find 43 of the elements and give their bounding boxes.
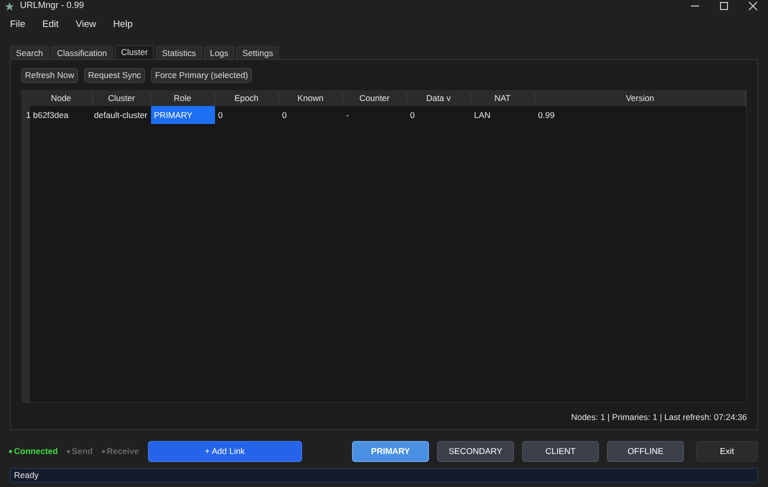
tab[interactable]: Logs <box>204 46 234 59</box>
mode-button[interactable]: OFFLINE <box>607 440 684 462</box>
tab[interactable]: Settings <box>236 46 280 59</box>
tab[interactable]: Statistics <box>156 46 202 59</box>
table-cell-text: LAN <box>473 109 492 122</box>
add-link-button[interactable]: + Add Link <box>148 440 302 462</box>
column-header: Known <box>279 91 343 106</box>
column-header: NAT <box>471 91 535 106</box>
toolbar-button[interactable]: Refresh Now <box>21 68 78 83</box>
tab[interactable]: Cluster <box>115 45 154 59</box>
column-header: Version <box>535 91 746 106</box>
table-cell-text: - <box>345 109 350 122</box>
column-header: Data v <box>407 91 471 106</box>
exit-button[interactable]: Exit <box>696 440 758 462</box>
app-icon <box>5 2 14 10</box>
status-label: Send <box>72 444 93 458</box>
column-header: Cluster <box>93 91 151 106</box>
menu-item[interactable]: Edit <box>36 18 70 32</box>
window-title: URLMngr - 0.99 <box>20 0 84 12</box>
toolbar-button[interactable]: Request Sync <box>84 68 146 83</box>
column-header: Node <box>30 91 93 106</box>
table-cell-text: 0 <box>217 109 224 122</box>
menu-item[interactable]: View <box>70 18 108 32</box>
table-cell-text: 0.99 <box>537 109 556 122</box>
status-label: Receive <box>106 444 139 458</box>
table-cell-text: b62f3dea <box>32 109 70 122</box>
mode-button[interactable]: SECONDARY <box>437 440 514 462</box>
status-label: Connected <box>14 444 58 458</box>
summary-text: Nodes: 1 | Primaries: 1 | Last refresh: 07:24:36 <box>571 412 747 422</box>
column-header: Counter <box>343 91 407 106</box>
tab[interactable]: Classification <box>50 46 114 59</box>
tab[interactable]: Search <box>10 46 49 59</box>
column-header: Epoch <box>215 91 279 106</box>
status-bar: Ready <box>10 468 758 483</box>
table-cell-text: 0 <box>281 109 288 122</box>
table-cell-text: default-cluster <box>93 109 148 122</box>
menu-item[interactable]: Help <box>107 18 144 32</box>
mode-button[interactable]: CLIENT <box>522 440 599 462</box>
toolbar-button[interactable]: Force Primary (selected) <box>151 68 252 83</box>
menu-item[interactable]: File <box>4 18 36 32</box>
table-cell-text: 0 <box>409 109 416 122</box>
table-cell: PRIMARY <box>151 106 215 124</box>
row-number: 1 <box>25 109 31 122</box>
